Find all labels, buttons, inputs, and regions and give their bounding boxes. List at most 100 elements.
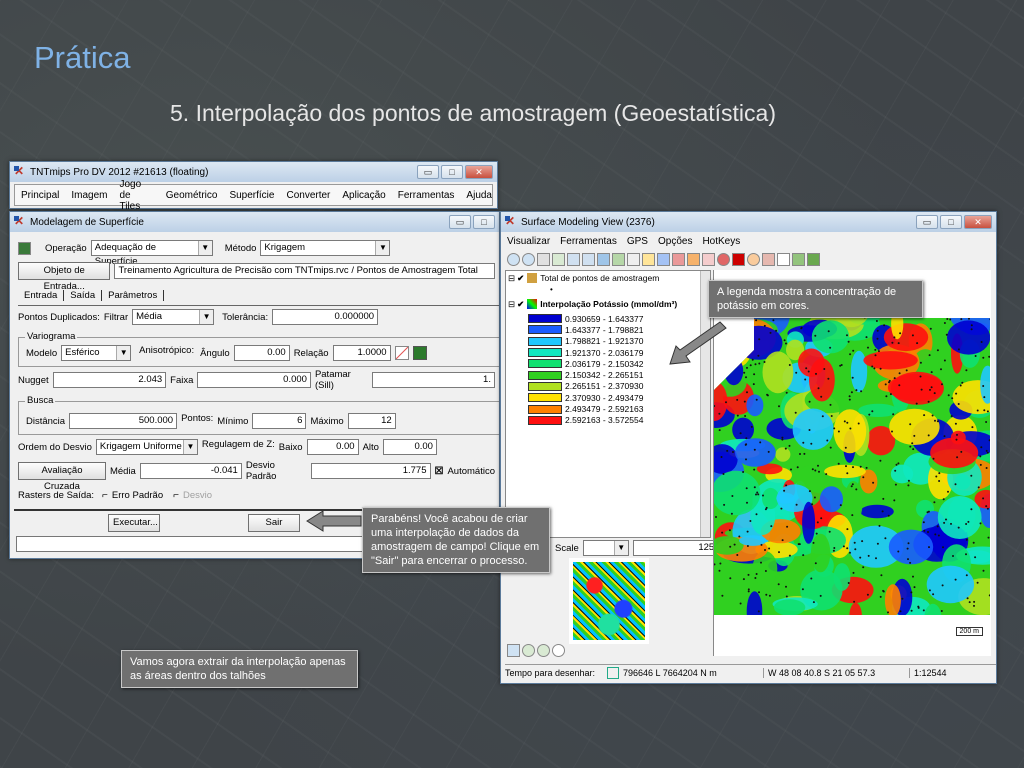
map-canvas[interactable]: 200 m bbox=[713, 270, 991, 656]
edit-icon[interactable] bbox=[792, 252, 805, 266]
menu-geometrico[interactable]: Geométrico bbox=[166, 190, 218, 201]
sample-point bbox=[788, 554, 791, 557]
method-select[interactable]: Krigagem ▼ bbox=[260, 240, 391, 256]
zoom-out-icon[interactable] bbox=[537, 644, 550, 657]
menu-opcoes[interactable]: Opções bbox=[658, 236, 692, 247]
sample-point bbox=[952, 555, 954, 557]
print-icon[interactable] bbox=[627, 252, 640, 266]
expand-icon[interactable]: ⊟ bbox=[508, 299, 515, 310]
scale-select[interactable]: ▼ bbox=[582, 540, 629, 556]
tntmips-titlebar[interactable]: TNTmips Pro DV 2012 #21613 (floating) ▭ … bbox=[10, 162, 497, 182]
exit-button[interactable]: Sair bbox=[248, 514, 300, 532]
tolerance-field[interactable]: 0.000000 bbox=[272, 309, 379, 325]
menu-visualizar[interactable]: Visualizar bbox=[507, 236, 550, 247]
select-icon[interactable] bbox=[777, 252, 790, 266]
run-button[interactable]: Executar... bbox=[108, 514, 160, 532]
tab-saida[interactable]: Saída bbox=[64, 289, 103, 301]
minimize-button[interactable]: ▭ bbox=[916, 215, 938, 229]
menu-converter[interactable]: Converter bbox=[286, 190, 330, 201]
zoom-box-icon[interactable] bbox=[582, 252, 595, 266]
view-titlebar[interactable]: Surface Modeling View (2376) ▭ □ ✕ bbox=[501, 212, 996, 232]
info-icon[interactable] bbox=[762, 252, 775, 266]
menu-aplicacao[interactable]: Aplicação bbox=[342, 190, 385, 201]
tab-entrada[interactable]: Entrada bbox=[18, 289, 65, 301]
search-icon[interactable] bbox=[552, 644, 565, 657]
gps-icon[interactable] bbox=[657, 252, 670, 266]
maximize-button[interactable]: □ bbox=[441, 165, 463, 179]
error-checkbox[interactable]: ⌐ bbox=[102, 490, 108, 501]
save-icon[interactable] bbox=[412, 346, 427, 360]
order-select[interactable]: Krigagem Uniforme ▼ bbox=[95, 439, 198, 455]
menu-ferramentas[interactable]: Ferramentas bbox=[560, 236, 617, 247]
add-layer-icon[interactable] bbox=[642, 252, 655, 266]
menu-jogo-de-tiles[interactable]: Jogo de Tiles bbox=[119, 179, 153, 212]
nugget-field[interactable]: 2.043 bbox=[52, 372, 167, 388]
deviation-checkbox[interactable]: ⌐ bbox=[173, 490, 179, 501]
chart-icon[interactable] bbox=[394, 346, 409, 360]
map-color-patch bbox=[967, 310, 990, 318]
record-icon[interactable] bbox=[732, 252, 745, 266]
zoom-in-icon[interactable] bbox=[507, 252, 520, 266]
overview-map[interactable] bbox=[569, 558, 649, 644]
input-object-button[interactable]: Objeto de Entrada... bbox=[18, 262, 111, 292]
measure-icon[interactable] bbox=[687, 252, 700, 266]
operation-select[interactable]: Adequação de Superfície ▼ bbox=[90, 240, 213, 267]
sample-point bbox=[871, 365, 874, 368]
layers-icon[interactable] bbox=[612, 252, 625, 266]
gps-coord-icon[interactable] bbox=[607, 666, 619, 679]
menu-ajuda[interactable]: Ajuda bbox=[466, 190, 492, 201]
close-button[interactable]: ✕ bbox=[964, 215, 992, 229]
sample-point bbox=[733, 543, 736, 546]
surface-tool-icon[interactable] bbox=[18, 241, 31, 255]
sample-point bbox=[801, 588, 804, 591]
model-select[interactable]: Esférico ▼ bbox=[61, 345, 132, 361]
sample-point bbox=[950, 522, 952, 525]
filter-select[interactable]: Média ▼ bbox=[132, 309, 215, 325]
modeling-titlebar[interactable]: Modelagem de Superfície ▭ □ bbox=[10, 212, 499, 232]
zoom-out-icon[interactable] bbox=[522, 252, 535, 266]
angle-field[interactable]: 0.00 bbox=[233, 345, 290, 361]
list-icon[interactable] bbox=[507, 644, 520, 657]
ratio-field[interactable]: 1.0000 bbox=[332, 345, 391, 361]
menu-superficie[interactable]: Superfície bbox=[229, 190, 274, 201]
sill-field[interactable]: 1. bbox=[372, 372, 495, 388]
sample-point bbox=[854, 548, 857, 551]
high-field[interactable]: 0.00 bbox=[382, 439, 437, 455]
auto-checkbox[interactable]: ☒ bbox=[435, 466, 444, 477]
chart-icon[interactable] bbox=[807, 252, 820, 266]
expand-icon[interactable]: ⊟ bbox=[508, 273, 515, 284]
pan-icon[interactable] bbox=[537, 252, 550, 266]
layer-points-name[interactable]: Total de pontos de amostragem bbox=[540, 273, 659, 283]
check-icon[interactable]: ✔ bbox=[517, 273, 524, 284]
min-field[interactable]: 6 bbox=[252, 413, 307, 429]
full-view-icon[interactable] bbox=[567, 252, 580, 266]
menu-imagem[interactable]: Imagem bbox=[71, 190, 107, 201]
sample-point bbox=[954, 578, 957, 581]
search-icon[interactable] bbox=[747, 252, 760, 266]
redraw-icon[interactable] bbox=[552, 252, 565, 266]
legend-icon[interactable] bbox=[672, 252, 685, 266]
menu-hotkeys[interactable]: HotKeys bbox=[702, 236, 740, 247]
menu-principal[interactable]: Principal bbox=[21, 190, 59, 201]
arrow-icon[interactable] bbox=[702, 252, 715, 266]
maximize-button[interactable]: □ bbox=[940, 215, 962, 229]
range-field[interactable]: 0.000 bbox=[197, 372, 311, 388]
sample-point bbox=[844, 446, 847, 449]
cross-validation-button[interactable]: Avaliação Cruzada bbox=[18, 462, 106, 492]
tab-parametros[interactable]: Parâmetros bbox=[102, 289, 165, 301]
layer-interpolation-name[interactable]: Interpolação Potássio (mmol/dm³) bbox=[540, 299, 677, 309]
map-color-patch bbox=[889, 408, 940, 445]
check-icon[interactable]: ✔ bbox=[517, 299, 524, 310]
stop-icon[interactable] bbox=[717, 252, 730, 266]
max-field[interactable]: 12 bbox=[347, 413, 396, 429]
zoom-in-icon[interactable] bbox=[522, 644, 535, 657]
minimize-button[interactable]: ▭ bbox=[417, 165, 439, 179]
maximize-button[interactable]: □ bbox=[473, 215, 495, 229]
grid-icon[interactable] bbox=[597, 252, 610, 266]
distance-field[interactable]: 500.000 bbox=[69, 413, 178, 429]
close-button[interactable]: ✕ bbox=[465, 165, 493, 179]
menu-gps[interactable]: GPS bbox=[627, 236, 648, 247]
low-field[interactable]: 0.00 bbox=[306, 439, 359, 455]
minimize-button[interactable]: ▭ bbox=[449, 215, 471, 229]
menu-ferramentas[interactable]: Ferramentas bbox=[398, 190, 455, 201]
